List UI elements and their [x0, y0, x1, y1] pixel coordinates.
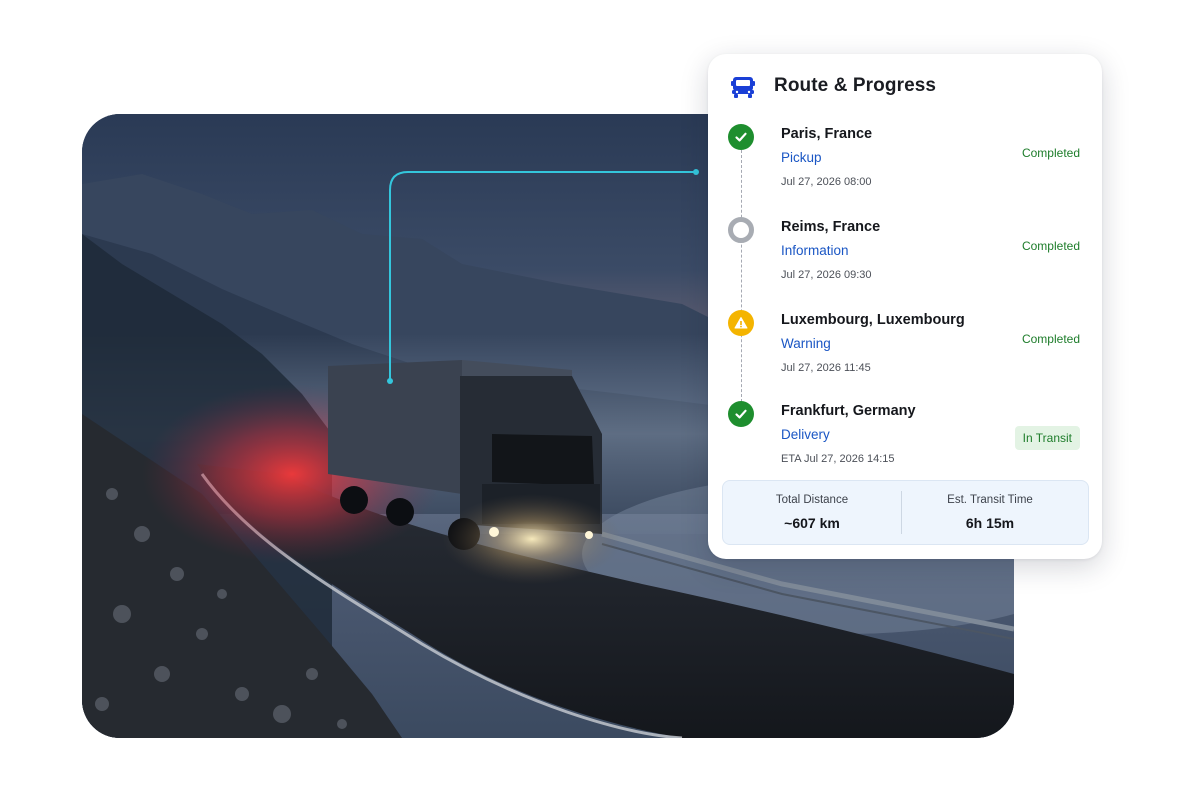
- transit-time: Est. Transit Time 6h 15m: [901, 481, 1079, 544]
- transit-time-label: Est. Transit Time: [947, 494, 1033, 506]
- stop-time: ETA Jul 27, 2026 14:15: [781, 453, 895, 465]
- transit-time-value: 6h 15m: [965, 515, 1015, 531]
- stop-type-link[interactable]: Delivery: [781, 427, 830, 442]
- stop-location: Frankfurt, Germany: [781, 403, 916, 419]
- stop-time: Jul 27, 2026 11:45: [781, 362, 871, 374]
- stop-location: Luxembourg, Luxembourg: [781, 312, 965, 328]
- stop-time: Jul 27, 2026 09:30: [781, 269, 872, 281]
- card-title: Route & Progress: [774, 75, 937, 96]
- warning-icon: [728, 310, 754, 336]
- card-header: Route & Progress: [728, 70, 936, 102]
- total-distance: Total Distance ~607 km: [723, 481, 901, 544]
- route-summary: Total Distance ~607 km Est. Transit Time…: [722, 480, 1089, 545]
- check-circle-icon: [728, 124, 754, 150]
- stop-location: Paris, France: [781, 126, 873, 142]
- in-transit-badge: In Transit: [1014, 426, 1080, 450]
- route-progress-card: Route & Progress Paris, France Pickup Ju…: [708, 54, 1102, 559]
- stop-type-link[interactable]: Warning: [781, 336, 831, 351]
- timeline-stop[interactable]: Reims, France Information Jul 27, 2026 0…: [708, 217, 1102, 297]
- timeline-stop[interactable]: Frankfurt, Germany Delivery ETA Jul 27, …: [708, 401, 1102, 481]
- stop-status: Completed: [1021, 332, 1080, 346]
- total-distance-label: Total Distance: [775, 494, 849, 506]
- stop-location: Reims, France: [781, 219, 881, 235]
- stop-status: Completed: [1021, 239, 1080, 253]
- timeline-stop[interactable]: Luxembourg, Luxembourg Warning Jul 27, 2…: [708, 310, 1102, 390]
- info-dot-icon: [728, 217, 754, 243]
- stop-type-link[interactable]: Information: [781, 243, 849, 258]
- timeline-stop[interactable]: Paris, France Pickup Jul 27, 2026 08:00 …: [708, 124, 1102, 204]
- check-circle-icon: [728, 401, 754, 427]
- total-distance-value: ~607 km: [784, 515, 840, 531]
- stop-type-link[interactable]: Pickup: [781, 150, 822, 165]
- truck-icon: [728, 71, 758, 101]
- stop-status: Completed: [1021, 146, 1080, 160]
- stop-time: Jul 27, 2026 08:00: [781, 176, 872, 188]
